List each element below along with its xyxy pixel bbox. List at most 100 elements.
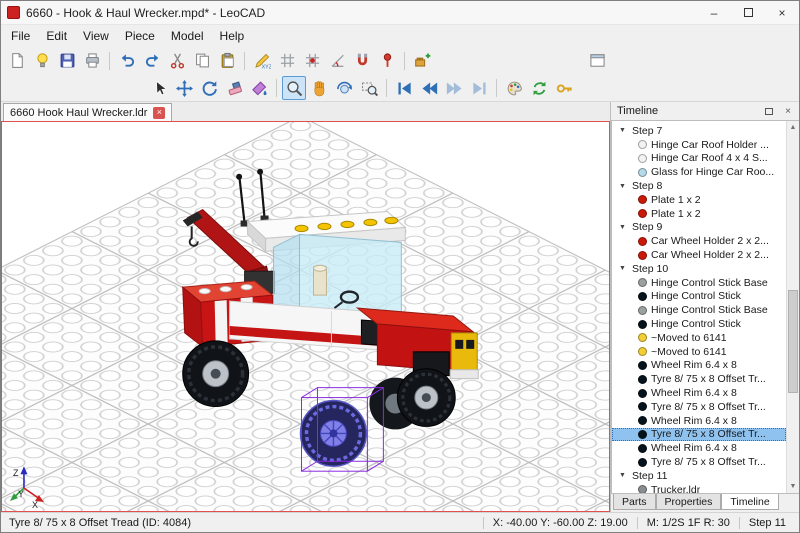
undo-icon[interactable]: [115, 49, 139, 73]
timeline-part[interactable]: Car Wheel Holder 2 x 2...: [612, 234, 786, 248]
timeline-part[interactable]: ~Moved to 6141: [612, 345, 786, 359]
cut-icon[interactable]: [165, 49, 189, 73]
part-color-icon: [638, 251, 647, 260]
timeline-part[interactable]: Wheel Rim 6.4 x 8: [612, 386, 786, 400]
menu-file[interactable]: File: [3, 27, 38, 45]
synchronize-icon[interactable]: [527, 76, 551, 100]
scrollbar-thumb[interactable]: [788, 290, 798, 394]
part-label: Plate 1 x 2: [651, 194, 701, 206]
step-expand-icon[interactable]: ▼: [619, 265, 627, 272]
scroll-down-icon[interactable]: ▼: [787, 480, 799, 493]
draw-coordinates-icon[interactable]: XYZ: [250, 49, 274, 73]
timeline-part[interactable]: Tyre 8/ 75 x 8 Offset Tr...: [612, 455, 786, 469]
magnet-icon[interactable]: [350, 49, 374, 73]
part-label: Trucker.ldr: [651, 484, 700, 493]
timeline-scrollbar[interactable]: ▲ ▼: [786, 121, 799, 493]
zoom-icon[interactable]: [282, 76, 306, 100]
new-file-icon[interactable]: [5, 49, 29, 73]
snap-grid-icon[interactable]: [275, 49, 299, 73]
menu-model[interactable]: Model: [163, 27, 212, 45]
dock-close-button[interactable]: ×: [781, 104, 795, 118]
status-position: X: -40.00 Y: -60.00 Z: 19.00: [483, 517, 637, 529]
timeline-part[interactable]: Hinge Car Roof Holder ...: [612, 138, 786, 152]
timeline-part[interactable]: Hinge Control Stick Base: [612, 303, 786, 317]
timeline-part[interactable]: Hinge Control Stick: [612, 290, 786, 304]
previous-step-icon[interactable]: [417, 76, 441, 100]
rotate-view-icon[interactable]: [332, 76, 356, 100]
timeline-part[interactable]: Hinge Control Stick: [612, 317, 786, 331]
dock-tab-properties[interactable]: Properties: [656, 494, 722, 510]
timeline-part[interactable]: Wheel Rim 6.4 x 8: [612, 441, 786, 455]
app-icon: [7, 6, 20, 19]
paint-icon[interactable]: [247, 76, 271, 100]
timeline-part[interactable]: Plate 1 x 2: [612, 193, 786, 207]
timeline-step[interactable]: ▼Step 9: [612, 221, 786, 235]
step-expand-icon[interactable]: ▼: [619, 183, 627, 190]
zoom-region-icon[interactable]: [357, 76, 381, 100]
first-step-icon[interactable]: [392, 76, 416, 100]
move-icon[interactable]: [172, 76, 196, 100]
step-label: Step 8: [632, 180, 662, 192]
step-label: Step 7: [632, 125, 662, 137]
part-color-icon: [638, 430, 647, 439]
timeline-step[interactable]: ▼ Step 8: [612, 179, 786, 193]
timeline-tree-wrap: ▼ Step 7Hinge Car Roof Holder ...Hinge Ca…: [611, 120, 799, 494]
timeline-part[interactable]: Glass for Hinge Car Roo...: [612, 165, 786, 179]
minimize-button[interactable]: –: [697, 1, 731, 24]
scrollbar-track[interactable]: [787, 134, 799, 480]
timeline-part[interactable]: ~Moved to 6141: [612, 331, 786, 345]
paste-icon[interactable]: [215, 49, 239, 73]
status-bar: Tyre 8/ 75 x 8 Offset Tread (ID: 4084) X…: [1, 512, 799, 532]
timeline-part[interactable]: Plate 1 x 2: [612, 207, 786, 221]
menu-edit[interactable]: Edit: [38, 27, 75, 45]
autokey-icon[interactable]: [552, 76, 576, 100]
timeline-part[interactable]: Tyre 8/ 75 x 8 Offset Tr...: [612, 372, 786, 386]
menu-help[interactable]: Help: [212, 27, 253, 45]
maximize-button[interactable]: [731, 1, 765, 24]
tab-close-icon[interactable]: ×: [153, 107, 165, 119]
document-tab[interactable]: 6660 Hook Haul Wrecker.ldr ×: [3, 103, 172, 121]
timeline-part[interactable]: Wheel Rim 6.4 x 8: [612, 414, 786, 428]
transform-pin-icon[interactable]: [375, 49, 399, 73]
timeline-step[interactable]: ▼ Step 7: [612, 124, 786, 138]
timeline-part[interactable]: Hinge Control Stick Base: [612, 276, 786, 290]
redo-icon[interactable]: [140, 49, 164, 73]
select-icon[interactable]: [147, 76, 171, 100]
print-icon[interactable]: [80, 49, 104, 73]
timeline-part[interactable]: Wheel Rim 6.4 x 8: [612, 359, 786, 373]
timeline-step[interactable]: ▼Step 10: [612, 262, 786, 276]
timeline-part[interactable]: Tyre 8/ 75 x 8 Offset Tr...: [612, 428, 786, 442]
dock-tab-parts[interactable]: Parts: [613, 494, 656, 510]
timeline-part[interactable]: Hinge Car Roof 4 x 4 S...: [612, 152, 786, 166]
timeline-part[interactable]: Trucker.ldr: [612, 483, 786, 493]
rotate-icon[interactable]: [197, 76, 221, 100]
axis-x-label: X: [32, 500, 38, 510]
part-label: Car Wheel Holder 2 x 2...: [651, 249, 769, 261]
timeline-part[interactable]: Car Wheel Holder 2 x 2...: [612, 248, 786, 262]
timeline-step[interactable]: ▼Step 11: [612, 469, 786, 483]
next-step-icon[interactable]: [442, 76, 466, 100]
scroll-up-icon[interactable]: ▲: [787, 121, 799, 134]
step-expand-icon[interactable]: ▼: [619, 127, 627, 134]
add-piece-icon[interactable]: [410, 49, 434, 73]
menu-view[interactable]: View: [75, 27, 117, 45]
part-color-icon: [638, 333, 647, 342]
step-expand-icon[interactable]: ▼: [619, 224, 627, 231]
menu-piece[interactable]: Piece: [117, 27, 163, 45]
pan-icon[interactable]: [307, 76, 331, 100]
delete-icon[interactable]: [222, 76, 246, 100]
close-button[interactable]: ×: [765, 1, 799, 24]
dock-tab-timeline[interactable]: Timeline: [721, 494, 778, 510]
preview-panel-icon[interactable]: [585, 49, 609, 73]
open-icon[interactable]: [30, 49, 54, 73]
step-expand-icon[interactable]: ▼: [619, 472, 627, 479]
timeline-part[interactable]: Tyre 8/ 75 x 8 Offset Tr...: [612, 400, 786, 414]
snap-move-icon[interactable]: [300, 49, 324, 73]
last-step-icon[interactable]: [467, 76, 491, 100]
copy-icon[interactable]: [190, 49, 214, 73]
snap-angle-icon[interactable]: [325, 49, 349, 73]
3d-viewport[interactable]: Z Y X: [1, 121, 610, 512]
save-icon[interactable]: [55, 49, 79, 73]
palette-icon[interactable]: [502, 76, 526, 100]
dock-float-button[interactable]: [762, 104, 776, 118]
